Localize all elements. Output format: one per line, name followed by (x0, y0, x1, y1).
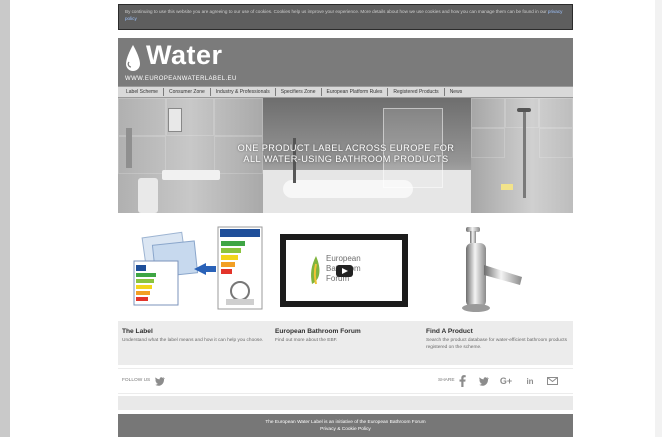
water-drop-icon (126, 45, 140, 71)
info-text: Search the product database for water-ef… (426, 338, 567, 350)
window-right-gutter (655, 0, 662, 437)
water-label-illustration (133, 226, 263, 310)
nav-item-consumer-zone[interactable]: Consumer Zone (164, 88, 211, 96)
share-label: SHARE (438, 378, 455, 383)
google-plus-icon[interactable]: G+ (500, 375, 512, 387)
info-text: Find out more about the EBF. (275, 338, 338, 343)
footer-spacer (118, 396, 573, 410)
info-title: European Bathroom Forum (275, 328, 361, 335)
hero-image-shower (471, 98, 573, 213)
cookie-notice-text: By continuing to use this website you ar… (125, 8, 566, 22)
video-player[interactable]: European Bathroom Forum (280, 234, 408, 307)
info-title: The Label (122, 328, 153, 335)
footer-line-2[interactable]: Privacy & Cookie Policy (118, 426, 573, 433)
water-label-image[interactable] (126, 225, 266, 313)
logo-url: WWW.EUROPEANWATERLABEL.EU (125, 76, 237, 82)
play-button[interactable] (336, 265, 353, 277)
main-nav: Label Scheme Consumer Zone Industry & Pr… (118, 86, 573, 98)
ebf-logo-icon (311, 256, 320, 285)
play-icon (341, 268, 348, 274)
twitter-share-icon[interactable] (478, 375, 490, 387)
video-frame: European Bathroom Forum (286, 240, 402, 301)
twitter-icon-shape (155, 376, 165, 386)
info-box-find-product[interactable]: Find A Product Search the product databa… (426, 328, 571, 351)
info-box-the-label[interactable]: The Label Understand what the label mean… (122, 328, 267, 344)
info-text: Understand what the label means and how … (122, 338, 264, 343)
linkedin-icon[interactable]: in (524, 375, 536, 387)
cookie-text: By continuing to use this website you ar… (125, 9, 547, 14)
footer-line-1: The European Water Label is an initiativ… (265, 420, 426, 425)
twitter-icon-shape (479, 376, 489, 386)
video-brand-line-1: European (326, 254, 361, 263)
nav-item-industry[interactable]: Industry & Professionals (211, 88, 276, 96)
email-icon[interactable] (546, 375, 558, 387)
nav-item-registered-products[interactable]: Registered Products (388, 88, 445, 96)
site-header: Water WWW.EUROPEANWATERLABEL.EU (118, 38, 573, 86)
logo-wordmark[interactable]: Water (146, 40, 223, 71)
hero-banner: ONE PRODUCT LABEL ACROSS EUROPE FOR ALL … (118, 98, 573, 213)
facebook-icon[interactable] (456, 375, 468, 387)
browser-viewport: By continuing to use this website you ar… (10, 0, 655, 437)
follow-label: FOLLOW US (122, 378, 151, 383)
twitter-icon[interactable] (154, 375, 166, 387)
nav-item-specifiers[interactable]: Specifiers Zone (276, 88, 322, 96)
site-footer: The European Water Label is an initiativ… (118, 414, 573, 437)
envelope-icon-shape (546, 377, 558, 385)
hero-caption: ONE PRODUCT LABEL ACROSS EUROPE FOR ALL … (226, 143, 466, 165)
info-box-ebf[interactable]: European Bathroom Forum Find out more ab… (275, 328, 420, 344)
window-left-gutter (0, 0, 10, 437)
nav-item-platform-rules[interactable]: European Platform Rules (322, 88, 389, 96)
hero-caption-line-2: ALL WATER-USING BATHROOM PRODUCTS (243, 154, 449, 164)
social-bar: FOLLOW US SHARE G+ in (118, 368, 573, 394)
page-container: By continuing to use this website you ar… (118, 0, 573, 437)
feature-row: European Bathroom Forum (118, 213, 573, 321)
basin-mixer-tap-icon (462, 227, 522, 312)
facebook-icon-shape (459, 375, 466, 387)
nav-item-label-scheme[interactable]: Label Scheme (121, 88, 164, 96)
hero-caption-line-1: ONE PRODUCT LABEL ACROSS EUROPE FOR (237, 143, 455, 153)
nav-item-news[interactable]: News (445, 88, 468, 96)
cookie-notice: By continuing to use this website you ar… (118, 4, 573, 30)
info-section: The Label Understand what the label mean… (118, 321, 573, 365)
info-title: Find A Product (426, 328, 473, 335)
tap-product-image[interactable] (448, 225, 538, 315)
